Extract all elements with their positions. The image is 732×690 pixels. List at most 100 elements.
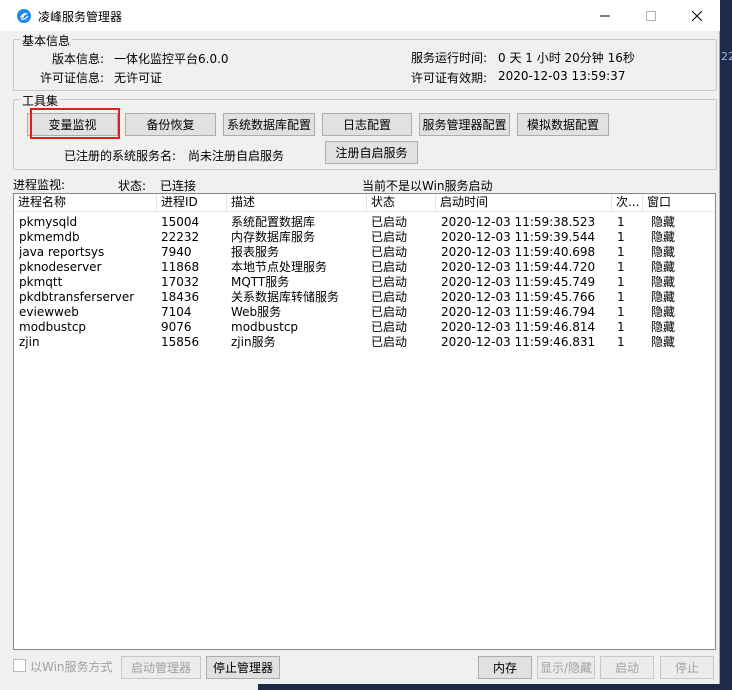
show-hide-button[interactable]: 显示/隐藏 bbox=[537, 656, 595, 679]
status-label: 状态: bbox=[118, 179, 147, 193]
cell-process-id: 9076 bbox=[161, 320, 192, 334]
cell-window: 隐藏 bbox=[651, 260, 676, 274]
connection-status: 已连接 bbox=[160, 179, 197, 193]
cell-start-time: 2020-12-03 11:59:39.544 bbox=[441, 230, 596, 244]
cell-window: 隐藏 bbox=[651, 245, 676, 259]
cell-window: 隐藏 bbox=[651, 305, 676, 319]
table-row[interactable]: pkmemdb 22232 内存数据库服务 已启动 2020-12-03 11:… bbox=[14, 230, 715, 245]
cell-status: 已启动 bbox=[371, 290, 408, 304]
cell-start-time: 2020-12-03 11:59:46.814 bbox=[441, 320, 596, 334]
cell-description: 报表服务 bbox=[231, 245, 280, 259]
table-row[interactable]: pknodeserver 11868 本地节点处理服务 已启动 2020-12-… bbox=[14, 260, 715, 275]
cell-count: 1 bbox=[617, 290, 625, 304]
cell-process-id: 7940 bbox=[161, 245, 192, 259]
table-row[interactable]: zjin 15856 zjin服务 已启动 2020-12-03 11:59:4… bbox=[14, 335, 715, 350]
cell-window: 隐藏 bbox=[651, 290, 676, 304]
basic-info-title: 基本信息 bbox=[20, 32, 73, 49]
cell-status: 已启动 bbox=[371, 320, 408, 334]
cell-window: 隐藏 bbox=[651, 230, 676, 244]
close-button[interactable] bbox=[674, 0, 720, 31]
table-row[interactable]: pkmqtt 17032 MQTT服务 已启动 2020-12-03 11:59… bbox=[14, 275, 715, 290]
cell-status: 已启动 bbox=[371, 305, 408, 319]
cell-description: 本地节点处理服务 bbox=[231, 260, 328, 274]
background-edge-text: 22 bbox=[721, 50, 732, 63]
column-description[interactable]: 描述 bbox=[227, 194, 367, 212]
cell-start-time: 2020-12-03 11:59:45.749 bbox=[441, 275, 596, 289]
registered-service-label: 已注册的系统服务名: bbox=[64, 149, 177, 163]
minimize-icon bbox=[600, 15, 610, 16]
registered-service-value: 尚未注册自启服务 bbox=[188, 149, 285, 163]
cell-process-id: 7104 bbox=[161, 305, 192, 319]
win-service-checkbox[interactable] bbox=[13, 659, 26, 672]
cell-count: 1 bbox=[617, 335, 625, 349]
window-title: 凌峰服务管理器 bbox=[38, 10, 123, 24]
table-row[interactable]: java reportsys 7940 报表服务 已启动 2020-12-03 … bbox=[14, 245, 715, 260]
column-count[interactable]: 次... bbox=[612, 194, 643, 212]
register-autostart-button[interactable]: 注册自启服务 bbox=[325, 141, 418, 164]
start-manager-button[interactable]: 启动管理器 bbox=[121, 656, 201, 679]
system-db-config-button[interactable]: 系统数据库配置 bbox=[223, 113, 315, 136]
cell-status: 已启动 bbox=[371, 275, 408, 289]
table-row[interactable]: eviewweb 7104 Web服务 已启动 2020-12-03 11:59… bbox=[14, 305, 715, 320]
cell-process-name: modbustcp bbox=[19, 320, 87, 334]
cell-process-name: java reportsys bbox=[19, 245, 105, 259]
column-process-id[interactable]: 进程ID bbox=[157, 194, 227, 212]
cell-status: 已启动 bbox=[371, 230, 408, 244]
memory-button[interactable]: 内存 bbox=[478, 656, 532, 679]
start-button[interactable]: 启动 bbox=[600, 656, 654, 679]
table-header: 进程名称 进程ID 描述 状态 启动时间 次... 窗口 bbox=[14, 194, 715, 212]
runtime-label: 服务运行时间: bbox=[411, 51, 488, 65]
cell-status: 已启动 bbox=[371, 245, 408, 259]
cell-count: 1 bbox=[617, 320, 625, 334]
stop-button[interactable]: 停止 bbox=[660, 656, 714, 679]
desktop-background-bottom bbox=[258, 684, 732, 690]
cell-start-time: 2020-12-03 11:59:46.794 bbox=[441, 305, 596, 319]
backup-restore-button[interactable]: 备份恢复 bbox=[125, 113, 216, 136]
cell-process-id: 17032 bbox=[161, 275, 200, 289]
column-start-time[interactable]: 启动时间 bbox=[436, 194, 612, 212]
cell-description: 关系数据库转储服务 bbox=[231, 290, 340, 304]
maximize-button[interactable] bbox=[628, 0, 674, 31]
cell-description: 系统配置数据库 bbox=[231, 215, 316, 229]
license-expiry-value: 2020-12-03 13:59:37 bbox=[498, 69, 626, 83]
cell-window: 隐藏 bbox=[651, 275, 676, 289]
column-status[interactable]: 状态 bbox=[367, 194, 436, 212]
stop-manager-button[interactable]: 停止管理器 bbox=[206, 656, 280, 679]
app-logo-icon bbox=[17, 9, 31, 23]
cell-status: 已启动 bbox=[371, 260, 408, 274]
minimize-button[interactable] bbox=[582, 0, 628, 31]
cell-count: 1 bbox=[617, 230, 625, 244]
log-config-button[interactable]: 日志配置 bbox=[322, 113, 412, 136]
service-manager-config-button[interactable]: 服务管理器配置 bbox=[419, 113, 510, 136]
table-row[interactable]: pkmysqld 15004 系统配置数据库 已启动 2020-12-03 11… bbox=[14, 215, 715, 230]
cell-process-name: eviewweb bbox=[19, 305, 79, 319]
cell-count: 1 bbox=[617, 305, 625, 319]
cell-start-time: 2020-12-03 11:59:45.766 bbox=[441, 290, 596, 304]
maximize-icon bbox=[646, 10, 656, 21]
cell-description: 内存数据库服务 bbox=[231, 230, 316, 244]
cell-process-name: pkdbtransferserver bbox=[19, 290, 135, 304]
cell-window: 隐藏 bbox=[651, 320, 676, 334]
cell-description: Web服务 bbox=[231, 305, 282, 319]
cell-description: zjin服务 bbox=[231, 335, 276, 349]
cell-window: 隐藏 bbox=[651, 335, 676, 349]
table-row[interactable]: pkdbtransferserver 18436 关系数据库转储服务 已启动 2… bbox=[14, 290, 715, 305]
cell-process-name: pkmemdb bbox=[19, 230, 80, 244]
table-row[interactable]: modbustcp 9076 modbustcp 已启动 2020-12-03 … bbox=[14, 320, 715, 335]
cell-start-time: 2020-12-03 11:59:44.720 bbox=[441, 260, 596, 274]
license-label: 许可证信息: bbox=[39, 71, 104, 85]
cell-process-name: pkmysqld bbox=[19, 215, 78, 229]
title-bar[interactable]: 凌峰服务管理器 bbox=[0, 0, 720, 31]
cell-count: 1 bbox=[617, 260, 625, 274]
column-window[interactable]: 窗口 bbox=[643, 194, 715, 212]
cell-process-name: pknodeserver bbox=[19, 260, 102, 274]
column-process-name[interactable]: 进程名称 bbox=[14, 194, 157, 212]
version-value: 一体化监控平台6.0.0 bbox=[114, 52, 229, 66]
cell-start-time: 2020-12-03 11:59:38.523 bbox=[441, 215, 596, 229]
version-label: 版本信息: bbox=[51, 52, 104, 66]
cell-process-id: 15004 bbox=[161, 215, 200, 229]
process-table[interactable]: 进程名称 进程ID 描述 状态 启动时间 次... 窗口 pkmysqld 15… bbox=[13, 193, 716, 650]
cell-description: modbustcp bbox=[231, 320, 299, 334]
simulation-data-config-button[interactable]: 模拟数据配置 bbox=[517, 113, 609, 136]
win-service-checkbox-label: 以Win服务方式 bbox=[30, 660, 113, 674]
